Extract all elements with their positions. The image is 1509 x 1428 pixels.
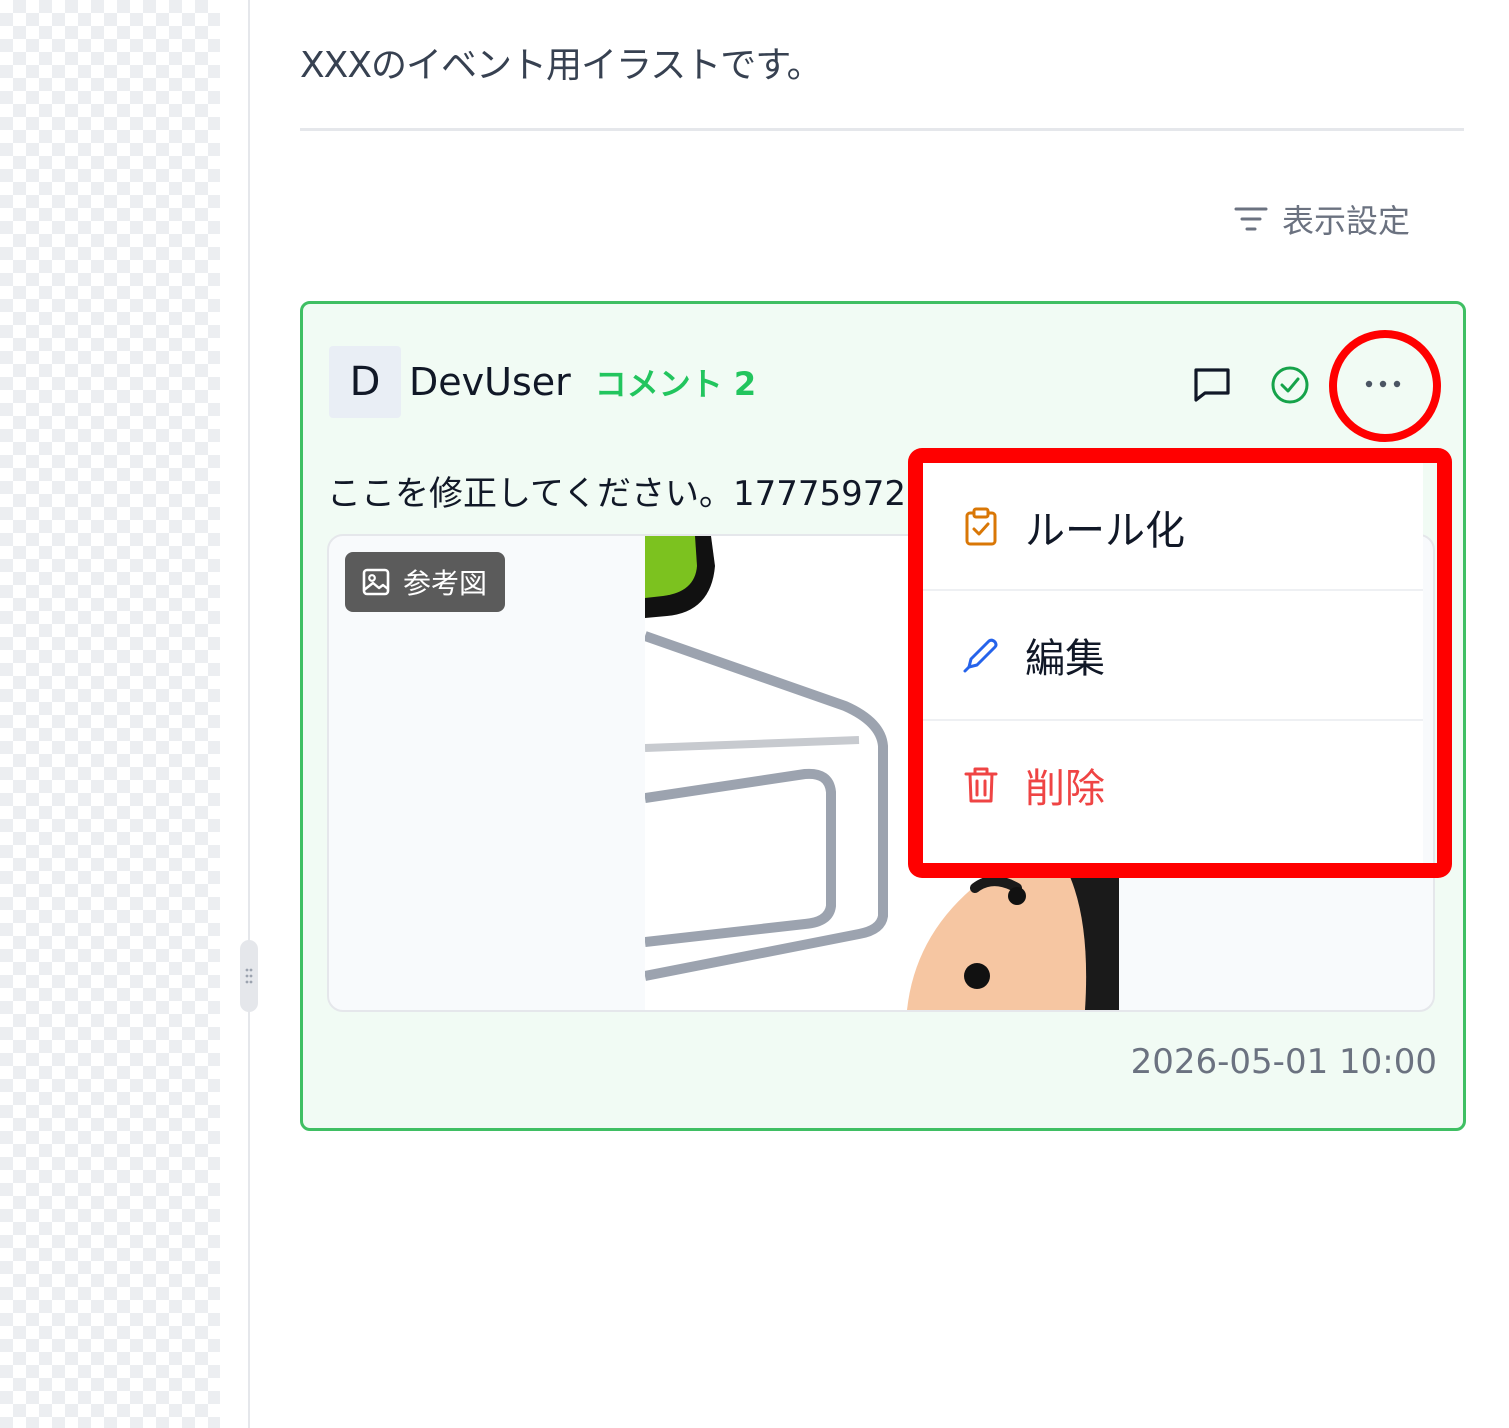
divider xyxy=(300,128,1464,131)
user-name: DevUser xyxy=(409,360,571,404)
menu-item-label: 編集 xyxy=(1025,636,1105,682)
display-settings-label: 表示設定 xyxy=(1282,202,1411,240)
display-settings-button[interactable]: 表示設定 xyxy=(1234,194,1410,244)
clipboard-check-icon xyxy=(959,505,1003,549)
menu-item-edit[interactable]: 編集 xyxy=(923,591,1423,719)
reply-button[interactable] xyxy=(1189,362,1235,408)
pencil-icon xyxy=(959,633,1003,677)
trash-icon xyxy=(959,763,1003,807)
reference-label: 参考図 xyxy=(345,552,506,612)
gutter-divider xyxy=(248,0,250,1428)
menu-item-delete[interactable]: 削除 xyxy=(923,721,1423,849)
check-circle-icon xyxy=(1271,366,1309,404)
avatar: D xyxy=(329,346,401,418)
menu-item-label: 削除 xyxy=(1025,766,1105,812)
comment-number-badge: コメント 2 xyxy=(594,365,757,403)
comment-icon xyxy=(1194,368,1230,402)
app-root: XXXのイベント用イラストです。 表示設定 D DevUser コメント 2 こ… xyxy=(0,0,1509,1428)
comment-panel: XXXのイベント用イラストです。 表示設定 D DevUser コメント 2 こ… xyxy=(252,0,1509,1428)
menu-item-make-rule[interactable]: ルール化 xyxy=(923,463,1423,591)
comment-header: D DevUser コメント 2 xyxy=(329,346,756,418)
comment-timestamp: 2026-05-01 10:00 xyxy=(1130,1042,1437,1082)
more-options-button[interactable] xyxy=(1333,334,1433,434)
panel-gutter xyxy=(220,0,250,1428)
reference-label-text: 参考図 xyxy=(403,567,488,600)
menu-item-label: ルール化 xyxy=(1025,508,1185,554)
ellipsis-icon xyxy=(1365,380,1401,388)
filter-icon xyxy=(1234,207,1268,231)
canvas-area[interactable] xyxy=(0,0,220,1428)
resolve-button[interactable] xyxy=(1269,364,1311,406)
image-icon xyxy=(362,568,390,596)
comment-actions-menu: ルール化 編集 削除 xyxy=(923,463,1423,863)
comment-text: ここを修正してください。1777597205 xyxy=(327,474,950,514)
asset-description: XXXのイベント用イラストです。 xyxy=(300,45,823,86)
